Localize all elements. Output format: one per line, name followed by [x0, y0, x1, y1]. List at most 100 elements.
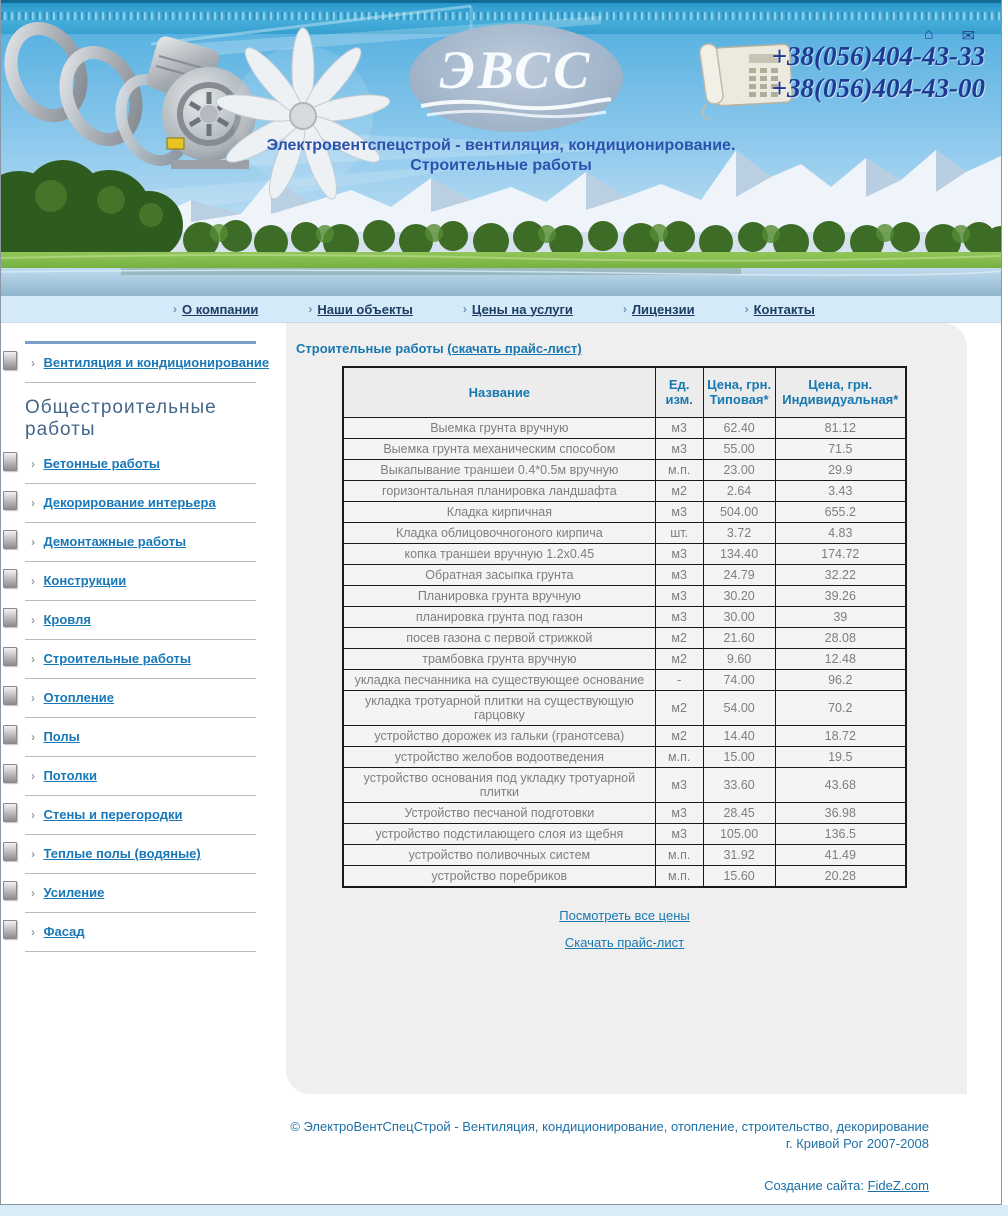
logo[interactable]: ЭВСС	[409, 24, 623, 132]
cell-name: Выемка грунта механическим способом	[342, 437, 656, 460]
block-icon	[3, 686, 17, 705]
phone-numbers: +38(056)404-43-33 +38(056)404-43-00	[772, 40, 985, 104]
arrow-icon: ›	[31, 847, 35, 861]
table-row: устройство поливочных систем м.п. 31.92 …	[342, 843, 907, 866]
cell-price-individual: 655.2	[774, 500, 907, 523]
sidebar-link[interactable]: Кровля	[43, 612, 90, 627]
nav-link[interactable]: О компании	[182, 302, 258, 317]
table-row: Обратная засыпка грунта м3 24.79 32.22	[342, 563, 907, 586]
sidebar-link[interactable]: Усиление	[43, 885, 104, 900]
cell-unit: м3	[654, 584, 704, 607]
sidebar-item[interactable]: › Фасад	[1, 913, 286, 951]
table-row: планировка грунта под газон м3 30.00 39	[342, 605, 907, 628]
table-row: Выемка грунта механическим способом м3 5…	[342, 437, 907, 460]
cell-name: горизонтальная планировка ландшафта	[342, 479, 656, 502]
arrow-icon: ›	[31, 886, 35, 900]
table-header-row: Название Ед. изм. Цена, грн. Типовая* Цена,…	[342, 366, 907, 418]
table-row: Кладка кирпичная м3 504.00 655.2	[342, 500, 907, 523]
cell-unit: м.п.	[654, 864, 704, 887]
table-row: устройство подстилающего слоя из щебня м…	[342, 822, 907, 845]
cell-unit: м2	[654, 647, 704, 670]
table-header-cell: Ед. изм.	[654, 366, 704, 418]
nav-bullet-icon: ›	[173, 302, 177, 316]
cell-unit: м3	[654, 500, 704, 523]
table-row: устройство поребриков м.п. 15.60 20.28	[342, 864, 907, 887]
page-title-text: Строительные работы	[296, 341, 444, 356]
cell-name: Кладка облицовочногоного кирпича	[342, 521, 656, 544]
nav-link[interactable]: Наши объекты	[317, 302, 413, 317]
sidebar-link[interactable]: Теплые полы (водяные)	[43, 846, 200, 861]
sidebar-link[interactable]: Фасад	[43, 924, 84, 939]
nav-link[interactable]: Цены на услуги	[472, 302, 573, 317]
sidebar-link[interactable]: Полы	[43, 729, 79, 744]
sidebar: › Вентиляция и кондиционирование Общестр…	[1, 323, 286, 1094]
sidebar-item[interactable]: › Усиление	[1, 874, 286, 912]
cell-name: устройство основания под укладку тротуар…	[342, 766, 656, 803]
block-icon	[3, 764, 17, 783]
cell-price-individual: 18.72	[774, 724, 907, 747]
cell-name: трамбовка грунта вручную	[342, 647, 656, 670]
sidebar-link[interactable]: Стены и перегородки	[43, 807, 182, 822]
download-pricelist-link[interactable]: Скачать прайс-лист	[565, 935, 684, 950]
sidebar-link[interactable]: Вентиляция и кондиционирование	[43, 355, 269, 370]
cell-unit: м2	[654, 479, 704, 502]
credit-link[interactable]: FideZ.com	[868, 1178, 929, 1193]
sidebar-link[interactable]: Строительные работы	[43, 651, 191, 666]
view-all-prices-link[interactable]: Посмотреть все цены	[559, 908, 689, 923]
sidebar-link[interactable]: Конструкции	[43, 573, 126, 588]
arrow-icon: ›	[31, 769, 35, 783]
table-row: укладка тротуарной плитки на существующу…	[342, 689, 907, 726]
cell-unit: м2	[654, 724, 704, 747]
sidebar-link[interactable]: Бетонные работы	[43, 456, 159, 471]
cell-price-individual: 29.9	[774, 458, 907, 481]
cell-price-typical: 30.00	[702, 605, 776, 628]
cell-price-typical: 33.60	[702, 766, 776, 803]
table-row: Устройство песчаной подготовки м3 28.45 …	[342, 801, 907, 824]
sidebar-menu: › Бетонные работы › Декорирование интерь…	[1, 445, 286, 952]
sidebar-item[interactable]: › Строительные работы	[1, 640, 286, 678]
sidebar-link[interactable]: Отопление	[43, 690, 114, 705]
table-row: Кладка облицовочногоного кирпича шт. 3.7…	[342, 521, 907, 544]
sidebar-item-ventilation[interactable]: › Вентиляция и кондиционирование	[1, 344, 286, 382]
table-row: устройство желобов водоотведения м.п. 15…	[342, 745, 907, 768]
cell-price-typical: 15.60	[702, 864, 776, 887]
sidebar-item[interactable]: › Демонтажные работы	[1, 523, 286, 561]
cell-unit: м3	[654, 766, 704, 803]
content-panel: Строительные работы (скачать прайс-лист)…	[286, 323, 967, 1094]
main-nav: › О компании › Наши объекты › Цены на ус…	[1, 296, 1001, 323]
sidebar-item[interactable]: › Потолки	[1, 757, 286, 795]
cell-unit: м3	[654, 801, 704, 824]
cell-price-typical: 14.40	[702, 724, 776, 747]
download-pricelist-inline-link[interactable]: (скачать прайс-лист)	[447, 341, 581, 356]
arrow-icon: ›	[31, 457, 35, 471]
nav-link[interactable]: Лицензии	[632, 302, 695, 317]
cell-price-typical: 31.92	[702, 843, 776, 866]
sidebar-link[interactable]: Декорирование интерьера	[43, 495, 215, 510]
sidebar-item[interactable]: › Стены и перегородки	[1, 796, 286, 834]
sidebar-item[interactable]: › Кровля	[1, 601, 286, 639]
cell-price-individual: 70.2	[774, 689, 907, 726]
arrow-icon: ›	[31, 652, 35, 666]
sidebar-item[interactable]: › Бетонные работы	[1, 445, 286, 483]
sidebar-link[interactable]: Потолки	[43, 768, 97, 783]
cell-price-typical: 55.00	[702, 437, 776, 460]
block-icon	[3, 530, 17, 549]
block-icon	[3, 351, 17, 370]
block-icon	[3, 920, 17, 939]
sidebar-item[interactable]: › Отопление	[1, 679, 286, 717]
sidebar-item[interactable]: › Теплые полы (водяные)	[1, 835, 286, 873]
sidebar-item[interactable]: › Полы	[1, 718, 286, 756]
arrow-icon: ›	[31, 356, 35, 370]
sidebar-item[interactable]: › Конструкции	[1, 562, 286, 600]
nav-link[interactable]: Контакты	[754, 302, 815, 317]
block-icon	[3, 725, 17, 744]
cell-name: укладка песчанника на существующее основ…	[342, 668, 656, 691]
phone-number-1: +38(056)404-43-33	[771, 41, 985, 71]
logo-waves-icon	[421, 97, 611, 119]
cell-price-individual: 96.2	[774, 668, 907, 691]
cell-price-individual: 136.5	[774, 822, 907, 845]
sidebar-item[interactable]: › Декорирование интерьера	[1, 484, 286, 522]
sidebar-link[interactable]: Демонтажные работы	[43, 534, 186, 549]
copyright-line-2: г. Кривой Рог 2007-2008	[785, 1136, 929, 1151]
table-row: Выкапывание траншеи 0.4*0.5м вручную м.п…	[342, 458, 907, 481]
